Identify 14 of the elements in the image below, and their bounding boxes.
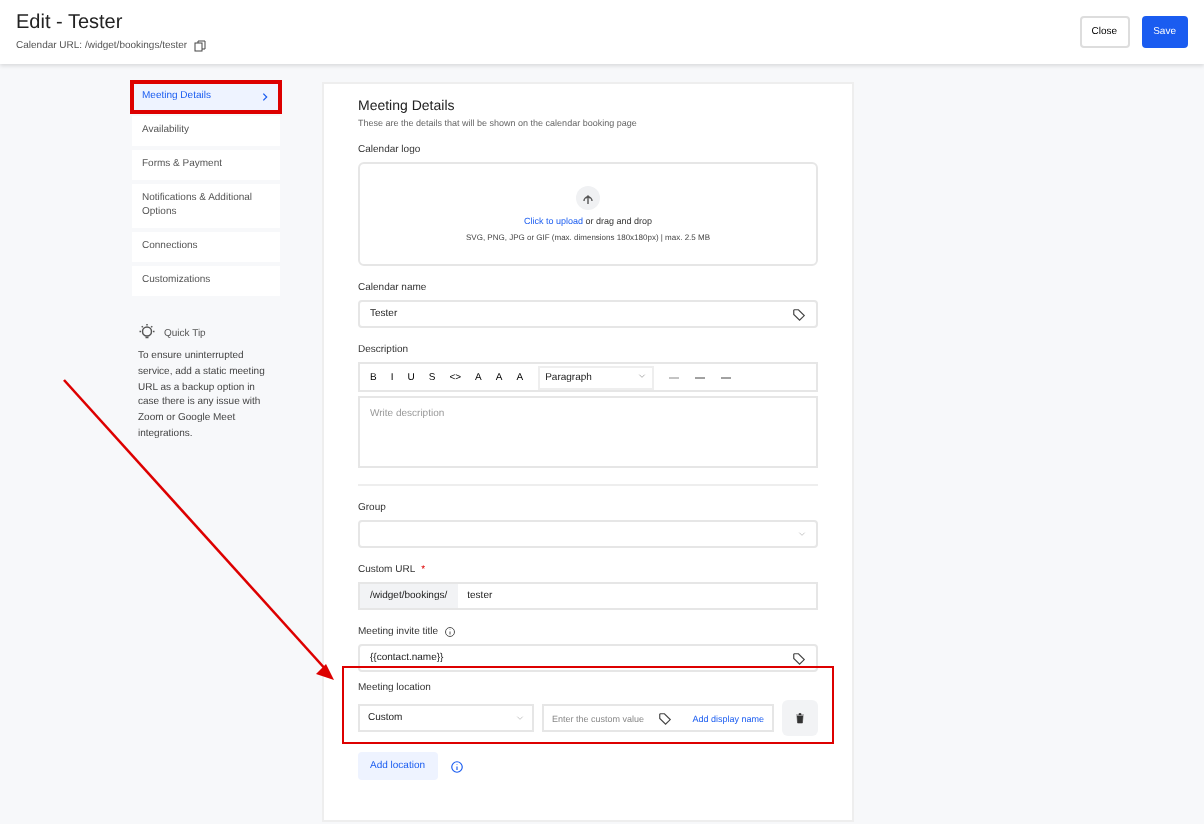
tag-icon xyxy=(792,307,806,321)
page-title: Edit - Tester xyxy=(16,12,125,34)
chevron-down-icon xyxy=(516,714,524,722)
trash-icon xyxy=(794,712,806,724)
lightbulb-icon xyxy=(138,324,156,342)
delete-button[interactable] xyxy=(782,700,818,736)
chevron-right-icon xyxy=(260,92,270,102)
info-icon xyxy=(449,759,464,773)
chevron-down-icon xyxy=(798,530,806,538)
info-icon xyxy=(444,626,457,638)
upload-icon xyxy=(576,186,600,210)
copy-icon xyxy=(193,40,206,52)
tag-icon xyxy=(658,711,673,725)
tag-icon xyxy=(792,651,806,665)
